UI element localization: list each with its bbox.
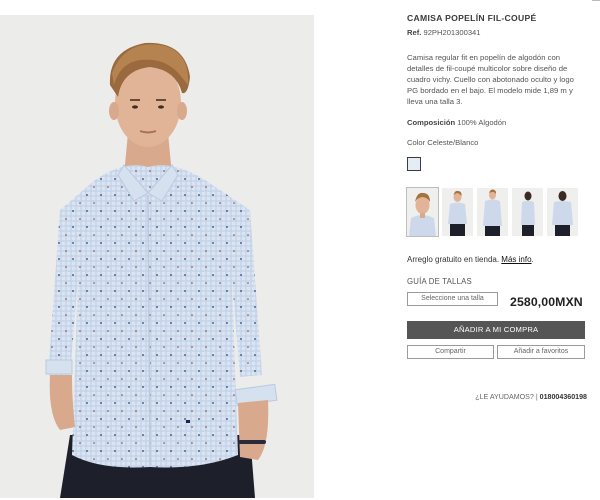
help-phone[interactable]: 018004360198: [540, 393, 587, 401]
thumb-side-image: [512, 188, 543, 236]
help-line: ¿LE AYUDAMOS? | 018004360198: [475, 393, 587, 401]
product-title: CAMISA POPELÍN FIL-COUPÉ: [407, 13, 537, 23]
thumbnail-strip: [406, 187, 578, 237]
product-ref: Ref. 92PH201300341: [407, 28, 481, 37]
thumb-front-full[interactable]: [477, 188, 508, 236]
thumb-front-full-image: [477, 188, 508, 236]
thumb-closeup-image: [407, 188, 438, 236]
product-description: Camisa regular fit en popelín de algodón…: [407, 53, 574, 106]
color-label: Color: [407, 138, 426, 147]
thumb-closeup[interactable]: [406, 187, 439, 237]
thumb-side[interactable]: [512, 188, 543, 236]
help-question[interactable]: ¿LE AYUDAMOS?: [475, 393, 534, 401]
ref-value: 92PH201300341: [423, 28, 481, 37]
free-alteration-note: Arreglo gratuito en tienda. Más info.: [407, 255, 534, 264]
corner-mark: [592, 0, 600, 4]
composition-label: Composición: [407, 118, 456, 127]
thumb-front[interactable]: [442, 188, 473, 236]
composition-value: 100% Algodón: [457, 118, 507, 127]
color-swatch[interactable]: [407, 157, 421, 171]
share-button[interactable]: Compartir: [407, 345, 494, 359]
thumb-front-image: [442, 188, 473, 236]
help-separator: |: [535, 393, 538, 401]
product-price: 2580,00MXN: [510, 295, 583, 309]
ref-label: Ref.: [407, 28, 422, 37]
add-to-cart-button[interactable]: AÑADIR A MI COMPRA: [407, 321, 585, 339]
model-photo: [0, 15, 314, 498]
add-to-favorites-button[interactable]: Añadir a favoritos: [497, 345, 585, 359]
mas-info-link[interactable]: Más info: [501, 255, 531, 264]
color-line: Color Celeste/Blanco: [407, 138, 478, 147]
color-value: Celeste/Blanco: [427, 138, 479, 147]
thumb-back[interactable]: [547, 188, 578, 236]
composition: Composición 100% Algodón: [407, 118, 506, 127]
arreglo-text: Arreglo gratuito en tienda.: [407, 255, 500, 264]
size-select[interactable]: Seleccione una talla: [407, 292, 498, 306]
arreglo-period: .: [531, 255, 534, 264]
product-main-image[interactable]: [0, 15, 314, 498]
thumb-back-image: [547, 188, 578, 236]
size-guide-link[interactable]: GUÍA DE TALLAS: [407, 277, 472, 286]
